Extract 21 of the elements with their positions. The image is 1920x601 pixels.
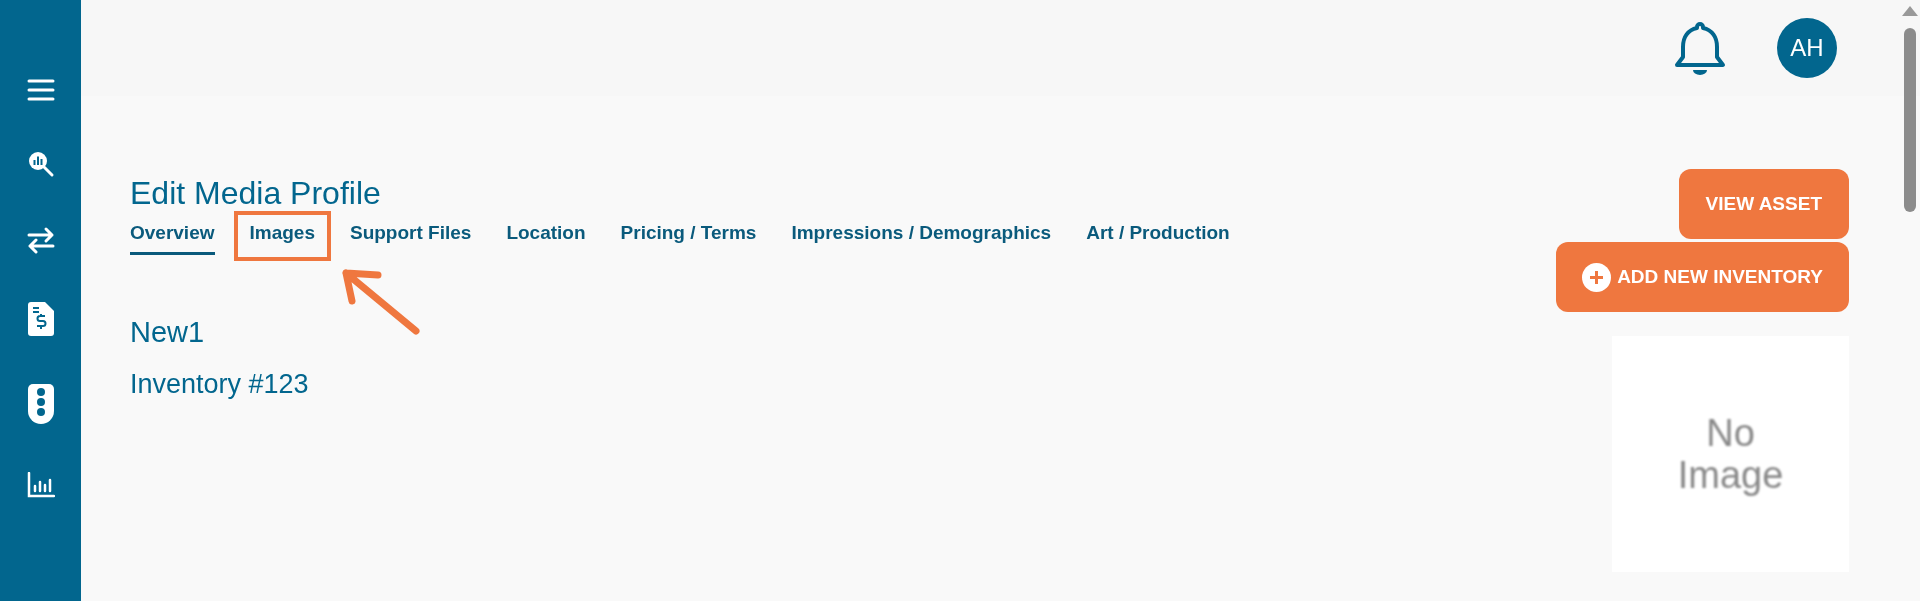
- menu-icon[interactable]: [26, 78, 55, 102]
- tab[interactable]: Impressions / Demographics: [791, 219, 1052, 255]
- tab[interactable]: Overview: [130, 219, 215, 255]
- invoice-icon[interactable]: [27, 302, 54, 336]
- tab[interactable]: Location: [506, 219, 586, 255]
- search-chart-icon[interactable]: [26, 150, 55, 178]
- no-image-text: No Image: [1676, 412, 1785, 496]
- scrollbar[interactable]: [1904, 28, 1916, 212]
- tab[interactable]: Images: [249, 219, 315, 255]
- page-title: Edit Media Profile: [130, 174, 382, 213]
- tab[interactable]: Support Files: [350, 219, 472, 255]
- swap-arrows-icon[interactable]: [26, 226, 55, 254]
- traffic-light-icon[interactable]: [27, 384, 54, 424]
- inventory-number: Inventory #123: [130, 368, 310, 401]
- tab[interactable]: Pricing / Terms: [620, 219, 757, 255]
- media-name: New1: [130, 314, 206, 350]
- user-avatar[interactable]: AH: [1777, 18, 1837, 78]
- scroll-up-icon[interactable]: [1902, 6, 1918, 16]
- tab[interactable]: Art / Production: [1086, 219, 1230, 255]
- plus-circle-icon: [1582, 262, 1612, 292]
- bar-chart-icon[interactable]: [26, 472, 55, 498]
